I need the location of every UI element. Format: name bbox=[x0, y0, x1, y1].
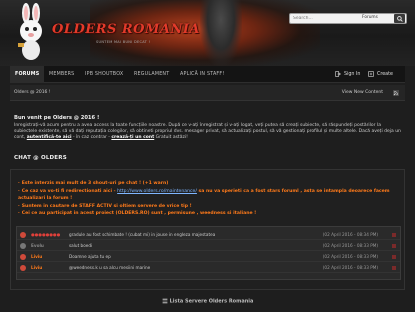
search-icon bbox=[396, 15, 403, 22]
announcement-item: · Cei ce au participat in acest proiect (… bbox=[18, 211, 257, 216]
shout-message: @weedness.k u sa alcu mesiini marine bbox=[69, 265, 151, 270]
welcome-title: Bun venit pe Olders @ 2016 ! bbox=[14, 115, 100, 121]
avatar[interactable] bbox=[20, 265, 26, 271]
shout-message: Doamne ajuta tu ep bbox=[69, 254, 111, 259]
avatar[interactable] bbox=[20, 243, 26, 249]
view-new-content-link[interactable]: View New Content bbox=[342, 85, 383, 101]
avatar[interactable] bbox=[20, 254, 26, 260]
announcement-item: · Suntem in cautare de STAFF ACTIV si olt… bbox=[18, 203, 192, 209]
breadcrumb[interactable]: Olders @ 2016 ! bbox=[14, 85, 51, 101]
shout-row: Liviu Doamne ajuta tu ep (02 April 2016 … bbox=[17, 252, 400, 262]
tab-forums[interactable]: Forums bbox=[10, 66, 45, 83]
bunny-logo-icon[interactable] bbox=[12, 3, 52, 61]
shout-row: ●●●●●●●● gradule au fost schimbate ! (cu… bbox=[17, 230, 400, 240]
shout-row: Liviu @weedness.k u sa alcu mesiini mari… bbox=[17, 263, 400, 273]
shout-list: ●●●●●●●● gradule au fost schimbate ! (cu… bbox=[16, 226, 401, 280]
sign-in-label: Sign In bbox=[344, 72, 361, 77]
shout-time: (02 April 2016 - 08:33 PM) bbox=[322, 243, 378, 248]
logo-text[interactable]: OLDERS ROMANIA bbox=[52, 22, 200, 37]
delete-shout-icon[interactable] bbox=[392, 255, 396, 259]
sign-in-icon bbox=[335, 70, 341, 77]
chat-title: CHAT @ OLDERS bbox=[14, 155, 67, 161]
announcement-item: · Este interzis mai mult de 3 shout-uri p… bbox=[18, 181, 169, 186]
shout-time: (02 April 2016 - 08:33 PM) bbox=[322, 265, 378, 270]
avatar[interactable] bbox=[20, 232, 26, 238]
shout-user[interactable]: ●●●●●●●● bbox=[31, 230, 60, 240]
tab-regulament[interactable]: Regulament bbox=[129, 66, 174, 83]
chat-box: · Este interzis mai mult de 3 shout-uri p… bbox=[10, 169, 405, 290]
shout-time: (02 April 2016 - 08:34 PM) bbox=[322, 232, 378, 237]
sign-in-link[interactable]: Sign In bbox=[335, 66, 360, 83]
search-box: Forums bbox=[289, 13, 407, 24]
tab-ipb-shoutbox[interactable]: IPB Shoutbox bbox=[80, 66, 128, 83]
shout-message: salut boedi bbox=[69, 243, 93, 248]
shout-time: (02 April 2016 - 08:33 PM) bbox=[322, 254, 378, 259]
register-link[interactable]: crează-ți un cont bbox=[111, 135, 154, 140]
search-scope-dropdown[interactable]: Forums bbox=[362, 15, 378, 20]
create-account-icon bbox=[368, 70, 374, 77]
shout-user[interactable]: Evolu bbox=[31, 241, 44, 251]
breadcrumb-bar: Olders @ 2016 ! View New Content bbox=[10, 85, 405, 101]
site-header: OLDERS ROMANIA SUNTEM MAI BUNI DECAT ! F… bbox=[0, 0, 415, 66]
server-icon bbox=[162, 298, 168, 304]
logo-tagline: SUNTEM MAI BUNI DECAT ! bbox=[96, 40, 151, 44]
main-nav: Forums Members IPB Shoutbox Regulament A… bbox=[10, 66, 405, 94]
welcome-body: Inregistrați-vă acum pentru a avea acces… bbox=[14, 123, 401, 141]
server-list-link[interactable]: Lista Servere Olders Romania bbox=[0, 298, 415, 305]
login-link[interactable]: autentifică-te aici bbox=[27, 135, 72, 140]
chat-announcements: · Este interzis mai mult de 3 shout-uri p… bbox=[18, 180, 398, 218]
shout-row: Evolu salut boedi (02 April 2016 - 08:33… bbox=[17, 241, 400, 251]
shout-user[interactable]: Liviu bbox=[31, 252, 42, 262]
tab-aplica-in-staff[interactable]: Aplică in Staff! bbox=[175, 66, 229, 83]
delete-shout-icon[interactable] bbox=[392, 266, 396, 270]
rss-icon[interactable] bbox=[393, 90, 399, 96]
shout-message: gradule au fost schimbate ! (cubat mi) i… bbox=[69, 232, 216, 237]
header-banner-figure bbox=[200, 0, 242, 66]
delete-shout-icon[interactable] bbox=[392, 244, 396, 248]
welcome-text-3: Gratuit astăzi! bbox=[155, 135, 188, 140]
search-button[interactable] bbox=[394, 14, 405, 23]
announcement-item: · Ce caz va vo-ti fi redirectionati aici … bbox=[18, 188, 390, 202]
tab-members[interactable]: Members bbox=[44, 66, 79, 83]
welcome-text-2: - în caz contrar - bbox=[72, 135, 110, 140]
create-account-link[interactable]: Create Account bbox=[368, 66, 405, 94]
search-input[interactable] bbox=[293, 14, 353, 23]
maintenance-link[interactable]: http://www.olders.ro/maintenance/ bbox=[117, 189, 197, 194]
shout-user[interactable]: Liviu bbox=[31, 263, 42, 273]
server-list-label: Lista Servere Olders Romania bbox=[169, 298, 254, 305]
delete-shout-icon[interactable] bbox=[392, 233, 396, 237]
welcome-panel: Bun venit pe Olders @ 2016 ! Inregistraț… bbox=[10, 101, 405, 153]
